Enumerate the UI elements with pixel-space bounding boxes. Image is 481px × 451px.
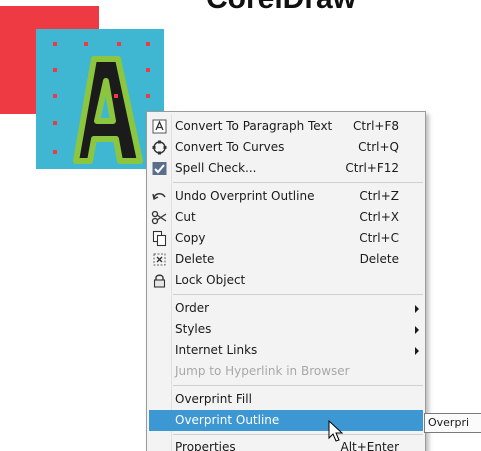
menu-item-label: Undo Overprint Outline — [175, 189, 315, 203]
menu-item-jump-to-hyperlink: Jump to Hyperlink in Browser — [149, 361, 423, 382]
mouse-cursor-icon — [328, 420, 344, 442]
tooltip: Overpri — [424, 413, 481, 433]
menu-item-undo-overprint-outline[interactable]: Undo Overprint Outline Ctrl+Z — [149, 186, 423, 207]
menu-item-shortcut: Ctrl+F8 — [353, 119, 399, 133]
menu-item-order[interactable]: Order — [149, 298, 423, 319]
menu-item-shortcut: Ctrl+Z — [359, 189, 399, 203]
menu-item-delete[interactable]: Delete Delete — [149, 249, 423, 270]
menu-item-label: Overprint Outline — [175, 413, 280, 427]
menu-separator — [173, 434, 423, 435]
menu-item-label: Cut — [175, 210, 196, 224]
menu-item-label: Overprint Fill — [175, 392, 252, 406]
page-heading: CorelDraw — [206, 0, 356, 16]
menu-item-properties[interactable]: Properties Alt+Enter — [149, 437, 423, 451]
menu-item-label: Spell Check... — [175, 161, 257, 175]
menu-item-shortcut: Ctrl+C — [359, 231, 399, 245]
menu-item-shortcut: Delete — [359, 252, 399, 266]
menu-separator — [173, 182, 423, 183]
menu-item-shortcut: Ctrl+Q — [358, 140, 399, 154]
submenu-arrow-icon — [415, 326, 419, 334]
menu-item-spell-check[interactable]: Spell Check... Ctrl+F12 — [149, 158, 423, 179]
copy-icon — [152, 230, 167, 247]
menu-item-overprint-outline[interactable]: Overprint Outline — [149, 410, 423, 431]
menu-item-label: Convert To Paragraph Text — [175, 119, 333, 133]
menu-item-label: Lock Object — [175, 273, 246, 287]
spell-check-icon — [152, 162, 167, 175]
menu-item-internet-links[interactable]: Internet Links — [149, 340, 423, 361]
screenshot: CorelDraw Convert To Par — [0, 0, 481, 451]
menu-separator — [173, 294, 423, 295]
menu-item-cut[interactable]: Cut Ctrl+X — [149, 207, 423, 228]
scissors-icon — [151, 210, 167, 225]
menu-item-label: Delete — [175, 252, 215, 266]
menu-item-copy[interactable]: Copy Ctrl+C — [149, 228, 423, 249]
lock-icon — [153, 274, 166, 288]
selected-letter-a-object[interactable] — [36, 29, 164, 169]
context-menu: Convert To Paragraph Text Ctrl+F8 Conver… — [146, 111, 426, 451]
submenu-arrow-icon — [415, 347, 419, 355]
menu-item-lock-object[interactable]: Lock Object — [149, 270, 423, 291]
menu-item-shortcut: Ctrl+F12 — [345, 161, 399, 175]
menu-item-shortcut: Ctrl+X — [359, 210, 399, 224]
menu-item-label: Jump to Hyperlink in Browser — [175, 364, 350, 378]
paragraph-text-icon — [152, 119, 167, 134]
menu-item-label: Copy — [175, 231, 206, 245]
menu-item-convert-to-curves[interactable]: Convert To Curves Ctrl+Q — [149, 137, 423, 158]
menu-item-convert-to-paragraph-text[interactable]: Convert To Paragraph Text Ctrl+F8 — [149, 116, 423, 137]
menu-item-overprint-fill[interactable]: Overprint Fill — [149, 389, 423, 410]
delete-icon — [153, 253, 166, 266]
menu-separator — [173, 385, 423, 386]
menu-item-label: Internet Links — [175, 343, 258, 357]
menu-item-label: Order — [175, 301, 210, 315]
curves-icon — [152, 140, 167, 155]
menu-item-label: Convert To Curves — [175, 140, 285, 154]
menu-item-label: Styles — [175, 322, 212, 336]
menu-item-shortcut: Alt+Enter — [340, 440, 399, 451]
menu-item-styles[interactable]: Styles — [149, 319, 423, 340]
submenu-arrow-icon — [415, 305, 419, 313]
menu-item-label: Properties — [175, 440, 236, 451]
undo-icon — [152, 193, 166, 201]
